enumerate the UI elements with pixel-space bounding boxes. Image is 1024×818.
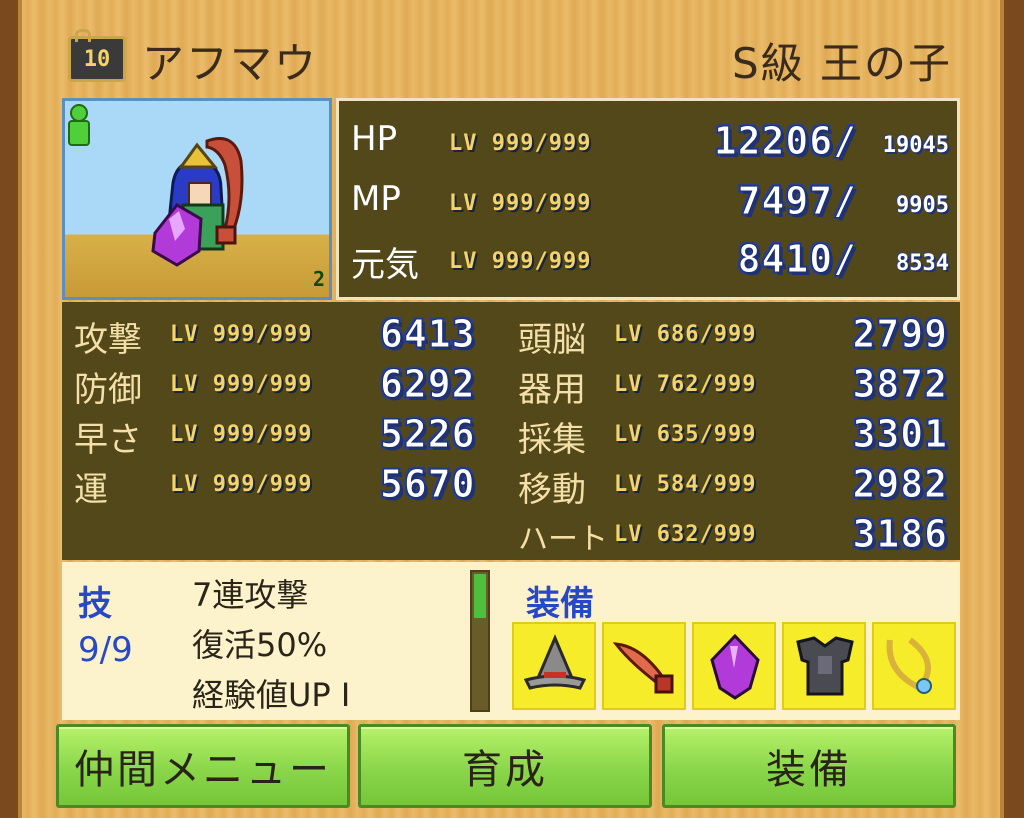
equip-button[interactable]: 装備 (662, 724, 956, 808)
stat-level: LV 999/999 (170, 372, 313, 397)
stat-label: 頭脳 (518, 320, 586, 360)
equip-slot-armor[interactable] (782, 622, 866, 710)
stat-level: LV 999/999 (170, 422, 313, 447)
stat-row-movement: 移動 LV 584/999 2982 (514, 460, 960, 511)
stat-value: 2982 (852, 462, 948, 507)
stats-panel: 攻撃 LV 999/999 6413 防御 LV 999/999 6292 早さ… (62, 302, 960, 560)
stat-level: LV 999/999 (170, 322, 313, 347)
friend-count: 2 (312, 267, 325, 291)
vital-label: 元気 (351, 245, 419, 285)
equip-slot-weapon[interactable] (602, 622, 686, 710)
stat-row-defense: 防御 LV 999/999 6292 (62, 360, 512, 411)
stat-row-luck: 運 LV 999/999 5670 (62, 460, 512, 511)
equip-slot-accessory[interactable] (872, 622, 956, 710)
stat-value: 6292 (380, 362, 476, 407)
stat-label: 移動 (518, 470, 586, 510)
equip-slot-shield[interactable] (692, 622, 776, 710)
stat-row-dexterity: 器用 LV 762/999 3872 (514, 360, 960, 411)
equip-slot-hat[interactable] (512, 622, 596, 710)
feather-blade-icon (612, 642, 674, 694)
stat-label: 採集 (518, 420, 586, 460)
character-header: 10 アフマウ S級 王の子 (68, 29, 952, 88)
stat-level: LV 635/999 (614, 422, 757, 447)
stat-label: 運 (74, 470, 108, 510)
skills-heading: 技 (78, 584, 112, 624)
stat-level: LV 762/999 (614, 372, 757, 397)
vital-row-mp: MP LV 999/999 7497/ 9905 (339, 173, 957, 231)
scroll-thumb[interactable] (474, 574, 486, 618)
stat-value: 3872 (852, 362, 948, 407)
vital-label: HP (351, 119, 398, 159)
vital-level: LV 999/999 (449, 249, 592, 274)
training-button[interactable]: 育成 (358, 724, 652, 808)
vital-row-energy: 元気 LV 999/999 8410/ 8534 (339, 231, 957, 289)
stat-row-heart: ハート LV 632/999 3186 (514, 510, 960, 560)
stat-level: LV 999/999 (170, 472, 313, 497)
dark-armor-icon (796, 636, 854, 696)
stat-row-attack: 攻撃 LV 999/999 6413 (62, 310, 512, 361)
skill-item: 復活50% (192, 626, 328, 664)
stat-value: 3186 (852, 512, 948, 557)
skill-item: 7連攻撃 (192, 576, 309, 614)
vital-level: LV 999/999 (449, 131, 592, 156)
stat-row-speed: 早さ LV 999/999 5226 (62, 410, 512, 461)
stat-row-gathering: 採集 LV 635/999 3301 (514, 410, 960, 461)
stat-level: LV 686/999 (614, 322, 757, 347)
stat-value: 2799 (852, 312, 948, 357)
skills-scrollbar[interactable] (470, 570, 490, 712)
stat-label: 攻撃 (74, 320, 142, 360)
stat-level: LV 632/999 (614, 522, 757, 547)
vital-max: 8534 (896, 251, 949, 276)
stat-value: 5226 (380, 412, 476, 457)
wizard-hat-icon (523, 634, 587, 690)
stat-label: 防御 (74, 370, 142, 410)
stat-value: 5670 (380, 462, 476, 507)
gold-necklace-icon (886, 637, 932, 694)
character-name: アフマウ (142, 39, 319, 88)
stat-label: 早さ (74, 420, 142, 460)
stat-label: 器用 (518, 370, 586, 410)
vital-row-hp: HP LV 999/999 12206/ 19045 (339, 113, 957, 171)
vital-max: 19045 (882, 133, 949, 158)
party-menu-button[interactable]: 仲間メニュー (56, 724, 350, 808)
vitals-panel: HP LV 999/999 12206/ 19045 MP LV 999/999… (336, 98, 960, 300)
stat-level: LV 584/999 (614, 472, 757, 497)
vital-value: 8410/ (737, 237, 857, 282)
equipment-heading: 装備 (526, 584, 594, 624)
skills-equipment-panel: 技 9/9 7連攻撃 復活50% 経験値UP I 装備 (62, 562, 960, 720)
skill-item: 経験値UP I (192, 676, 351, 714)
vital-label: MP (351, 179, 401, 219)
vital-max: 9905 (896, 193, 949, 218)
stat-value: 6413 (380, 312, 476, 357)
level-badge-icon: 10 (68, 29, 126, 82)
vital-value: 12206/ (713, 119, 857, 164)
character-rank: S級 王の子 (731, 39, 952, 88)
stat-row-intellect: 頭脳 LV 686/999 2799 (514, 310, 960, 361)
character-portrait: 2 (62, 98, 332, 300)
stat-value: 3301 (852, 412, 948, 457)
vital-value: 7497/ (737, 179, 857, 224)
skills-count: 9/9 (78, 630, 133, 670)
vital-level: LV 999/999 (449, 191, 592, 216)
friend-figure-icon (68, 104, 90, 146)
stat-label: ハート (518, 522, 608, 557)
purple-gem-icon (710, 633, 760, 700)
